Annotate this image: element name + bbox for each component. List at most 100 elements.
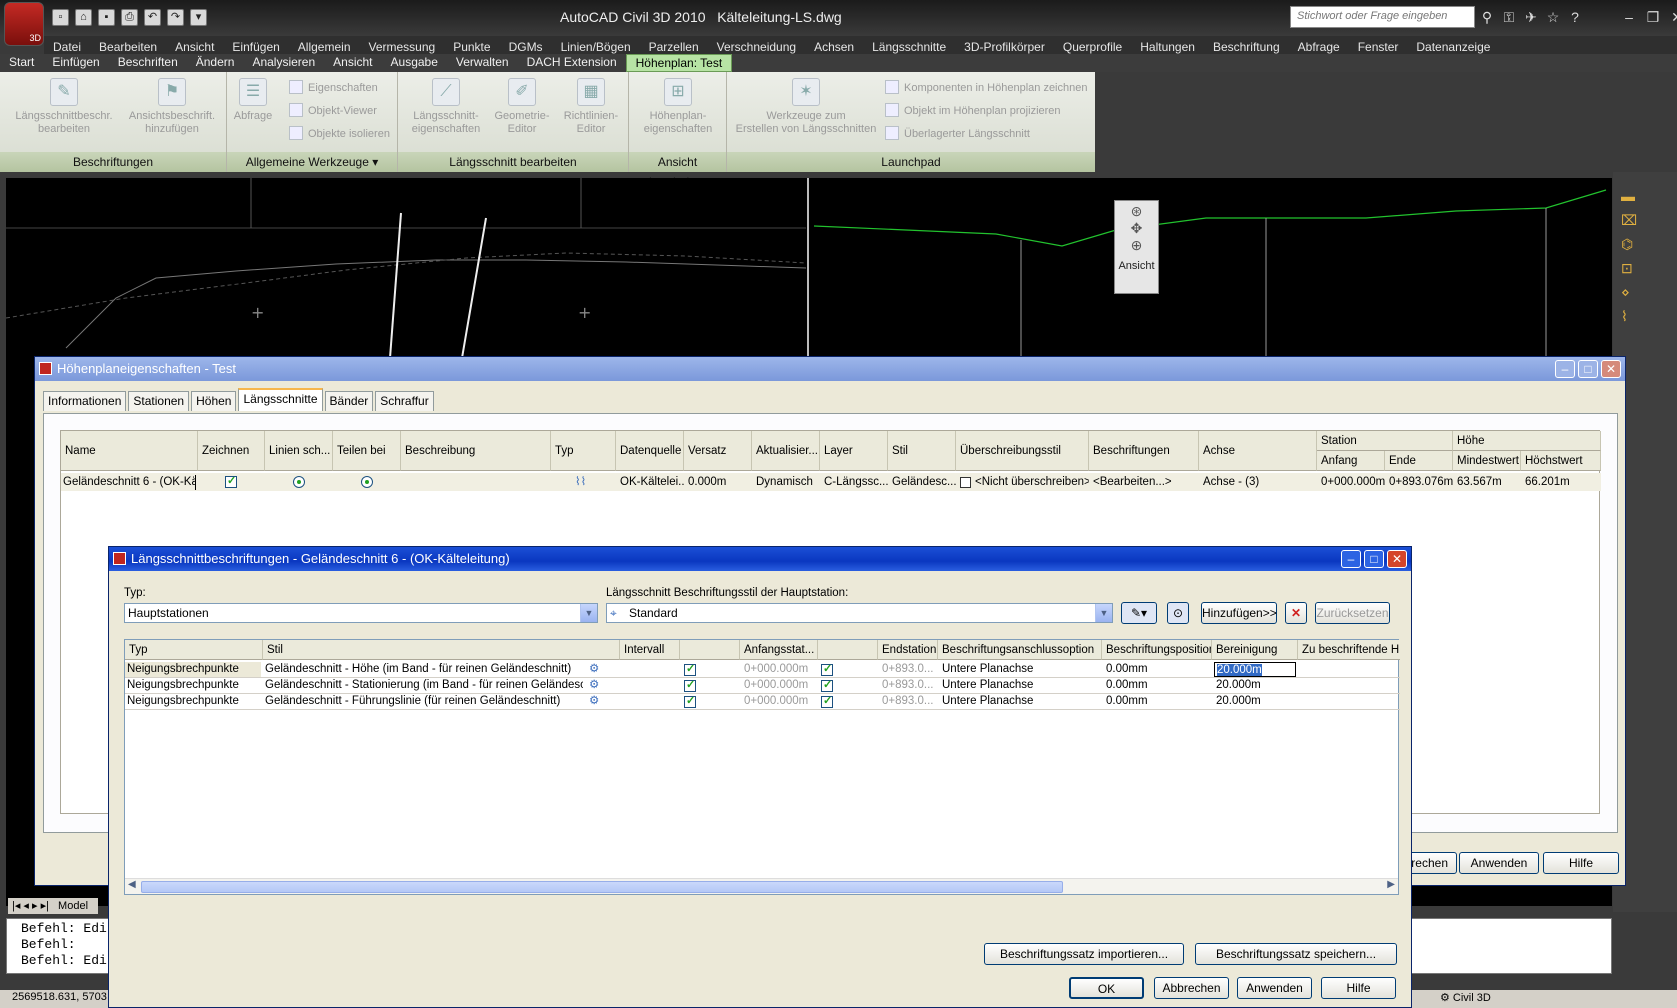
- menu-haltungen[interactable]: Haltungen: [1131, 40, 1204, 54]
- tab-start[interactable]: Start: [0, 54, 43, 72]
- cancel-button[interactable]: Abbrechen: [1154, 977, 1229, 999]
- col-zu-beschriftende[interactable]: Zu beschriftende H: [1298, 640, 1400, 660]
- ueberlagerter-laengsschnitt-button[interactable]: Überlagerter Längsschnitt: [885, 126, 1030, 140]
- teilen-radio[interactable]: [361, 476, 373, 488]
- tab-analysieren[interactable]: Analysieren: [243, 54, 324, 72]
- import-button[interactable]: Beschriftungssatz importieren...: [984, 943, 1184, 965]
- print-icon[interactable]: ⎙: [121, 9, 138, 26]
- abfrage-button[interactable]: ☰ Abfrage: [231, 78, 275, 123]
- objekt-projizieren-button[interactable]: Objekt im Höhenplan projizieren: [885, 103, 1061, 117]
- close-icon[interactable]: ✕: [1668, 8, 1677, 26]
- col-stil[interactable]: Stil: [888, 431, 956, 471]
- table-row[interactable]: Geländeschnitt 6 - (OK-Kä... ⌇⌇ OK-Kälte…: [61, 473, 1601, 491]
- cell-stil[interactable]: Geländesc...: [890, 475, 956, 490]
- tab-dach-extension[interactable]: DACH Extension: [518, 54, 626, 72]
- cell-name[interactable]: Geländeschnitt 6 - (OK-Kä...: [61, 475, 196, 490]
- col-ueberschreibungsstil[interactable]: Überschreibungsstil: [956, 431, 1089, 471]
- menu-parzellen[interactable]: Parzellen: [640, 40, 708, 54]
- menu-datenanzeige[interactable]: Datenanzeige: [1407, 40, 1499, 54]
- override-checkbox[interactable]: [960, 477, 971, 488]
- cell-ueberschreibungsstil[interactable]: <Nicht überschreiben>: [973, 475, 1089, 490]
- cell-position[interactable]: 0.00mm: [1104, 694, 1210, 709]
- minimize-icon[interactable]: –: [1341, 550, 1361, 568]
- cell-ende[interactable]: 0+893.0...: [880, 678, 938, 693]
- ok-button[interactable]: OK: [1069, 977, 1144, 999]
- menu-dgms[interactable]: DGMs: [500, 40, 552, 54]
- close-icon[interactable]: ✕: [1387, 550, 1407, 568]
- tab-einfuegen[interactable]: Einfügen: [43, 54, 108, 72]
- apply-button[interactable]: Anwenden: [1459, 852, 1539, 874]
- eigenschaften-button[interactable]: Eigenschaften: [289, 80, 378, 94]
- style-select[interactable]: ⌖ Standard ▼: [606, 603, 1113, 623]
- dialog-title-bar[interactable]: Längsschnittbeschriftungen - Geländeschn…: [109, 547, 1411, 571]
- menu-achsen[interactable]: Achsen: [805, 40, 863, 54]
- redo-icon[interactable]: ↷: [167, 9, 184, 26]
- geometrie-editor-button[interactable]: ✐ Geometrie- Editor: [490, 78, 554, 136]
- menu-allgemein[interactable]: Allgemein: [289, 40, 360, 54]
- ansichtsbeschrift-hinzufuegen-button[interactable]: ⚑ Ansichtsbeschrift. hinzufügen: [120, 78, 224, 136]
- table-row[interactable]: Neigungsbrechpunkte Geländeschnitt - Höh…: [125, 662, 1400, 678]
- cell-option[interactable]: Untere Planachse: [940, 694, 1100, 709]
- key-icon[interactable]: ⚿: [1500, 8, 1518, 26]
- cell-typ[interactable]: Neigungsbrechpunkte: [125, 662, 261, 677]
- cell-position[interactable]: 0.00mm: [1104, 662, 1210, 677]
- col-anfangsstation[interactable]: Anfangsstat...: [740, 640, 818, 660]
- menu-querprofile[interactable]: Querprofile: [1054, 40, 1131, 54]
- new-icon[interactable]: ▫: [52, 9, 69, 26]
- menu-laengsschnitte[interactable]: Längsschnitte: [863, 40, 955, 54]
- style-picker-icon[interactable]: ⚙: [587, 662, 599, 677]
- style-preview-button[interactable]: ⊙: [1167, 602, 1189, 624]
- col-versatz[interactable]: Versatz: [684, 431, 752, 471]
- scrollbar-thumb[interactable]: [141, 881, 1063, 893]
- restore-icon[interactable]: ❐: [1644, 8, 1662, 26]
- col-position[interactable]: Beschriftungsposition: [1102, 640, 1212, 660]
- tab-beschriften[interactable]: Beschriften: [109, 54, 187, 72]
- tab-laengsschnitte[interactable]: Längsschnitte: [238, 388, 323, 411]
- cell-option[interactable]: Untere Planachse: [940, 678, 1100, 693]
- menu-verschneidung[interactable]: Verschneidung: [708, 40, 805, 54]
- cell-position[interactable]: 0.00mm: [1104, 678, 1210, 693]
- menu-fenster[interactable]: Fenster: [1349, 40, 1408, 54]
- panel-label[interactable]: Allgemeine Werkzeuge ▾: [227, 152, 397, 172]
- zeichnen-checkbox[interactable]: [225, 474, 237, 488]
- col-aktualisierung[interactable]: Aktualisier...: [752, 431, 820, 471]
- cell-hoechstwert[interactable]: 66.201m: [1523, 475, 1599, 490]
- reset-button[interactable]: Zurücksetzen: [1315, 602, 1390, 624]
- undo-icon[interactable]: ↶: [144, 9, 161, 26]
- cell-stil[interactable]: Geländeschnitt - Führungslinie (für rein…: [263, 694, 583, 709]
- laengsschnittbeschr-bearbeiten-button[interactable]: ✎ Längsschnittbeschr. bearbeiten: [10, 78, 118, 136]
- cell-bereinigung[interactable]: 20.000m: [1214, 694, 1296, 709]
- cell-anfang[interactable]: 0+000.000m: [742, 694, 816, 709]
- cell-stil[interactable]: Geländeschnitt - Höhe (im Band - für rei…: [263, 662, 583, 677]
- menu-bearbeiten[interactable]: Bearbeiten: [90, 40, 166, 54]
- workspace-switch[interactable]: ⚙ Civil 3D: [1440, 991, 1491, 1004]
- dialog-title-bar[interactable]: Höhenplaneigenschaften - Test – □ ✕: [35, 357, 1625, 381]
- menu-ansicht[interactable]: Ansicht: [166, 40, 223, 54]
- tab-aendern[interactable]: Ändern: [187, 54, 244, 72]
- bereinigung-input[interactable]: 20.000m: [1214, 662, 1296, 677]
- cell-beschriftungen[interactable]: <Bearbeiten...>: [1091, 475, 1199, 490]
- col-beschriftungen[interactable]: Beschriftungen: [1089, 431, 1199, 471]
- col-achse[interactable]: Achse: [1199, 431, 1317, 471]
- cell-typ[interactable]: Neigungsbrechpunkte: [125, 678, 261, 693]
- style-picker-icon[interactable]: ⚙: [587, 678, 599, 693]
- end-checkbox[interactable]: [821, 662, 833, 676]
- col-ende[interactable]: Ende: [1385, 451, 1453, 471]
- komponenten-button[interactable]: Komponenten in Höhenplan zeichnen: [885, 80, 1087, 94]
- col-zeichnen[interactable]: Zeichnen: [198, 431, 265, 471]
- tab-verwalten[interactable]: Verwalten: [447, 54, 518, 72]
- tab-informationen[interactable]: Informationen: [43, 391, 127, 411]
- cell-achse[interactable]: Achse - (3): [1201, 475, 1317, 490]
- zoom-icon[interactable]: ⊕: [1115, 237, 1158, 254]
- cell-typ[interactable]: Neigungsbrechpunkte: [125, 694, 261, 709]
- tab-nav-arrows[interactable]: |◂ ◂ ▸ ▸|: [12, 900, 49, 912]
- cell-anfang[interactable]: 0+000.000m: [1319, 475, 1385, 490]
- add-button[interactable]: Hinzufügen>>: [1201, 602, 1277, 624]
- cell-datenquelle[interactable]: OK-Kältelei...: [618, 475, 684, 490]
- col-linien[interactable]: Linien sch...: [265, 431, 333, 471]
- save-set-button[interactable]: Beschriftungssatz speichern...: [1195, 943, 1397, 965]
- cell-ende[interactable]: 0+893.076m: [1387, 475, 1453, 490]
- maximize-icon[interactable]: □: [1578, 360, 1598, 378]
- col-beschreibung[interactable]: Beschreibung: [401, 431, 551, 471]
- help-button[interactable]: Hilfe: [1321, 977, 1396, 999]
